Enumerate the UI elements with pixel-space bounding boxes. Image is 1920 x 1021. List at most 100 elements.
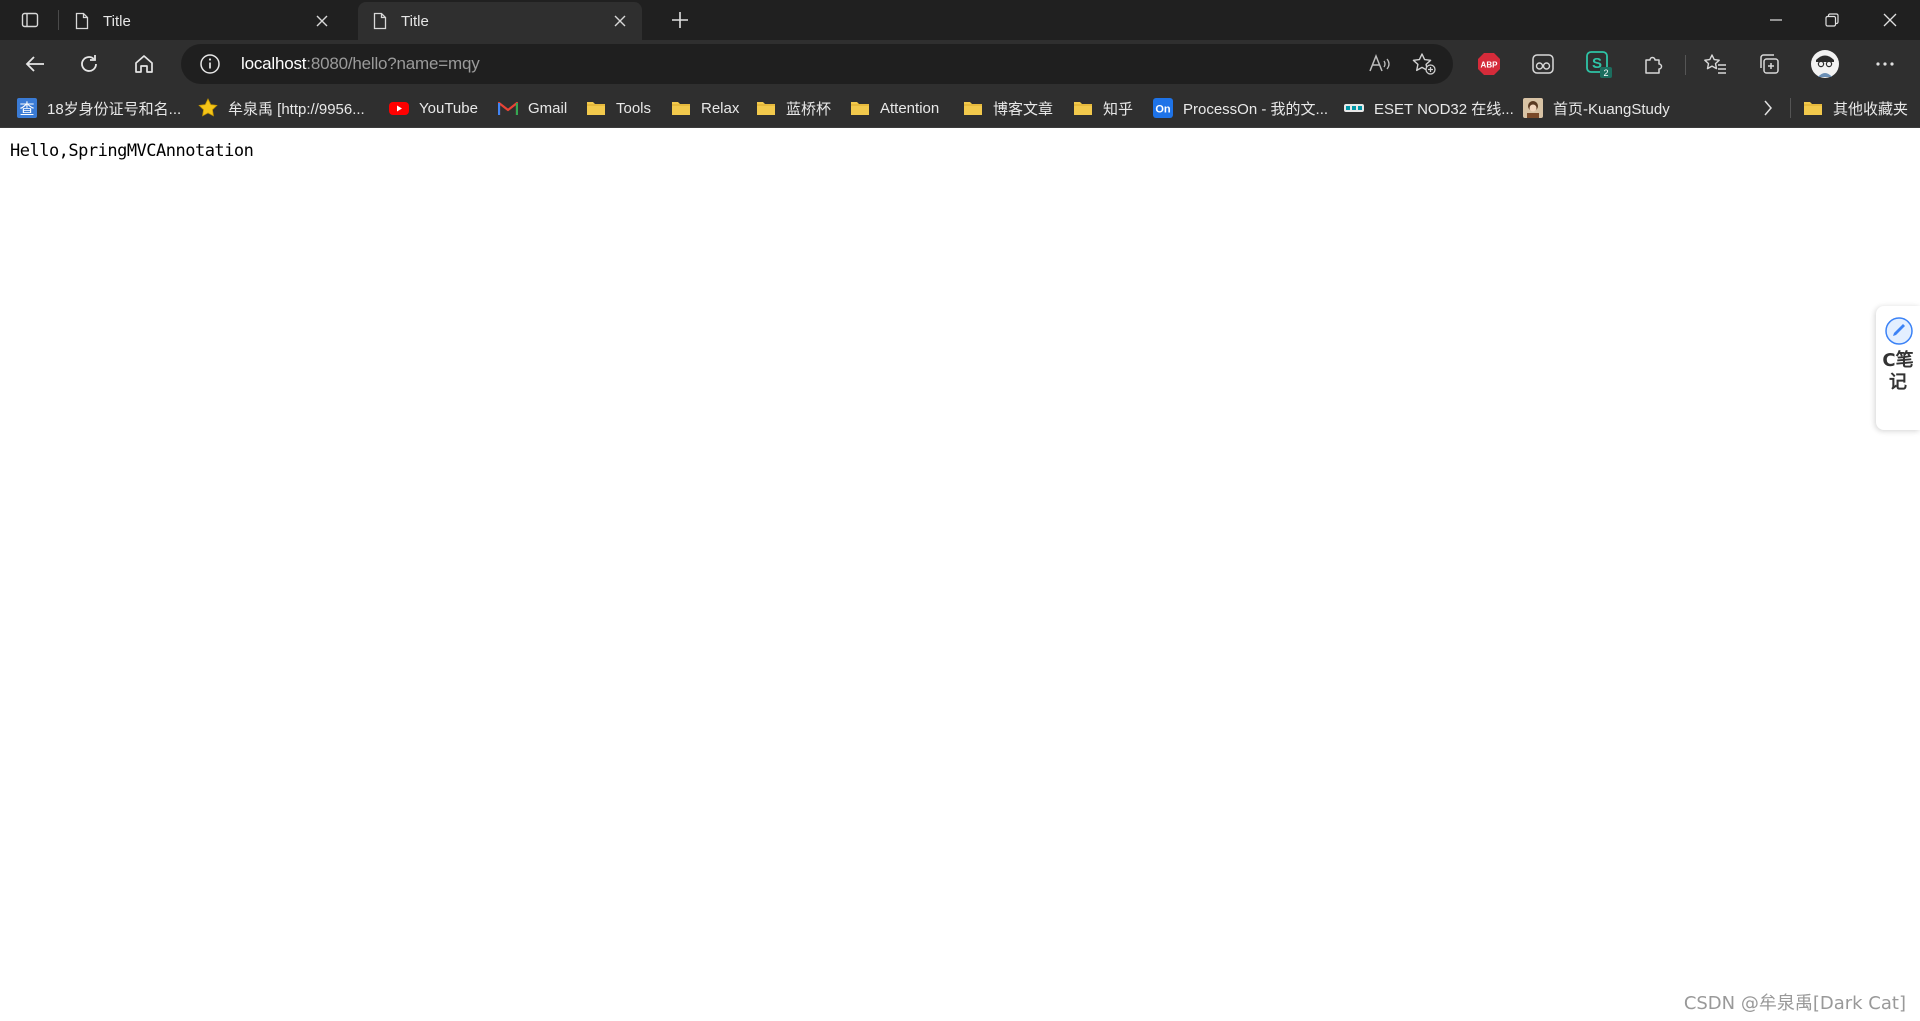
tab-close-icon[interactable] bbox=[608, 9, 632, 33]
address-bar[interactable]: localhost:8080/hello?name=mqy bbox=[181, 44, 1453, 84]
c-note-side-widget[interactable]: C笔记 bbox=[1876, 306, 1920, 430]
refresh-icon bbox=[81, 55, 97, 72]
bookmark-label: YouTube bbox=[419, 99, 478, 117]
processon-icon: On bbox=[1153, 98, 1173, 118]
page-content: Hello,SpringMVCAnnotation C笔记 CSDN @牟泉禹[… bbox=[0, 128, 1920, 1021]
settings-more-button[interactable] bbox=[1870, 49, 1900, 79]
abp-icon: ABP bbox=[1478, 53, 1500, 75]
bookmark-label: Tools bbox=[616, 99, 652, 117]
profile-button[interactable] bbox=[1810, 49, 1840, 79]
collections-icon bbox=[1760, 54, 1779, 74]
bookmark-item[interactable]: 查 18岁身份证号和名... bbox=[17, 96, 181, 120]
bookmark-folder[interactable]: Relax bbox=[671, 96, 739, 120]
favorites-button[interactable] bbox=[1700, 49, 1730, 79]
back-button[interactable] bbox=[18, 48, 52, 80]
puzzle-icon bbox=[1645, 56, 1663, 74]
bookmark-item[interactable]: ESET NOD32 在线... bbox=[1344, 96, 1514, 120]
close-window-button[interactable] bbox=[1862, 0, 1918, 40]
reader-extension[interactable] bbox=[1528, 49, 1558, 79]
bookmark-label: Relax bbox=[701, 99, 740, 117]
page-icon bbox=[371, 12, 389, 30]
bookmark-item[interactable]: On ProcessOn - 我的文... bbox=[1153, 96, 1328, 120]
refresh-button[interactable] bbox=[72, 48, 106, 80]
svg-text:2: 2 bbox=[1603, 68, 1608, 78]
folder-icon bbox=[1803, 98, 1823, 118]
bookmark-label: ProcessOn - 我的文... bbox=[1183, 100, 1329, 118]
folder-icon bbox=[671, 98, 691, 118]
tab-title: Title bbox=[103, 12, 131, 30]
more-dots-icon bbox=[1876, 62, 1894, 66]
svg-text:ABP: ABP bbox=[1481, 61, 1499, 70]
folder-icon bbox=[1073, 98, 1093, 118]
new-tab-button[interactable] bbox=[666, 6, 694, 34]
extensions-button[interactable] bbox=[1638, 49, 1668, 79]
favorites-star-icon bbox=[1704, 54, 1726, 74]
toolbar-divider bbox=[1685, 55, 1686, 75]
add-favorite-icon[interactable] bbox=[1411, 52, 1437, 76]
bookmark-label: 知乎 bbox=[1103, 100, 1134, 118]
folder-icon bbox=[850, 98, 870, 118]
bookmark-folder[interactable]: 知乎 bbox=[1073, 96, 1133, 120]
bookmark-item[interactable]: 牟泉禹 [http://9956... bbox=[198, 96, 365, 120]
folder-icon bbox=[756, 98, 776, 118]
kuang-icon bbox=[1523, 98, 1543, 118]
bookmark-folder[interactable]: 蓝桥杯 bbox=[756, 96, 831, 120]
bookmarks-overflow-chevron-icon[interactable] bbox=[1756, 96, 1780, 120]
eset-icon bbox=[1344, 98, 1364, 118]
bookmark-item[interactable]: YouTube bbox=[389, 96, 478, 120]
bookmark-label: 其他收藏夹 bbox=[1833, 100, 1909, 118]
csdn-watermark: CSDN @牟泉禹[Dark Cat] bbox=[1683, 993, 1906, 1014]
bookmark-item[interactable]: 首页-KuangStudy bbox=[1523, 96, 1670, 120]
minimize-icon bbox=[1770, 19, 1782, 21]
star-icon bbox=[198, 98, 218, 118]
url-path: :8080/hello?name=mqy bbox=[306, 54, 480, 73]
s-extension[interactable]: S 2 bbox=[1584, 49, 1614, 79]
bookmark-folder[interactable]: 博客文章 bbox=[963, 96, 1053, 120]
bookmark-label: Attention bbox=[880, 99, 940, 117]
bookmark-folder[interactable]: Attention bbox=[850, 96, 939, 120]
other-favorites-folder[interactable]: 其他收藏夹 bbox=[1803, 96, 1908, 120]
bookmark-label: Gmail bbox=[528, 99, 568, 117]
tab-actions-icon bbox=[21, 12, 39, 28]
url-host: localhost bbox=[241, 54, 307, 73]
page-icon bbox=[73, 12, 91, 30]
bookmark-folder[interactable]: Tools bbox=[586, 96, 651, 120]
bookmark-label: 蓝桥杯 bbox=[786, 100, 832, 118]
bookmarks-bar: 查 18岁身份证号和名... 牟泉禹 [http://9956... YouTu… bbox=[0, 88, 1920, 128]
home-button[interactable] bbox=[127, 48, 161, 80]
tab-actions-menu-button[interactable] bbox=[12, 6, 48, 34]
folder-icon bbox=[586, 98, 606, 118]
folder-icon bbox=[963, 98, 983, 118]
youtube-icon bbox=[389, 98, 409, 118]
page-body-text: Hello,SpringMVCAnnotation bbox=[10, 141, 254, 161]
note-pen-icon bbox=[1884, 316, 1914, 346]
adblock-plus-extension[interactable]: ABP bbox=[1474, 49, 1504, 79]
svg-text:On: On bbox=[1155, 104, 1171, 116]
collections-button[interactable] bbox=[1754, 49, 1784, 79]
url-text[interactable]: localhost:8080/hello?name=mqy bbox=[241, 54, 480, 74]
restore-button[interactable] bbox=[1804, 0, 1860, 40]
toolbar: localhost:8080/hello?name=mqy ABP S 2 bbox=[0, 40, 1920, 88]
tab-separator bbox=[58, 10, 59, 30]
cha-icon: 查 bbox=[17, 98, 37, 118]
home-icon bbox=[135, 55, 153, 73]
svg-text:查: 查 bbox=[19, 100, 34, 118]
tab-title: Title bbox=[401, 12, 429, 30]
glasses-icon bbox=[1532, 54, 1554, 74]
site-info-icon[interactable] bbox=[199, 53, 221, 75]
close-icon bbox=[1883, 13, 1897, 27]
tab-2-active[interactable]: Title bbox=[358, 2, 642, 40]
plus-icon bbox=[672, 12, 688, 28]
avatar bbox=[1811, 50, 1839, 78]
bookmark-item[interactable]: Gmail bbox=[498, 96, 567, 120]
tab-close-icon[interactable] bbox=[310, 9, 334, 33]
bookmarks-divider bbox=[1790, 98, 1791, 118]
minimize-button[interactable] bbox=[1748, 0, 1804, 40]
tab-1[interactable]: Title bbox=[60, 2, 344, 40]
read-aloud-icon[interactable] bbox=[1367, 52, 1393, 76]
s-extension-icon: S 2 bbox=[1586, 51, 1612, 78]
bookmark-label: ESET NOD32 在线... bbox=[1374, 100, 1514, 118]
bookmark-label: 博客文章 bbox=[993, 100, 1054, 118]
restore-icon bbox=[1825, 13, 1839, 27]
back-arrow-icon bbox=[25, 56, 44, 72]
